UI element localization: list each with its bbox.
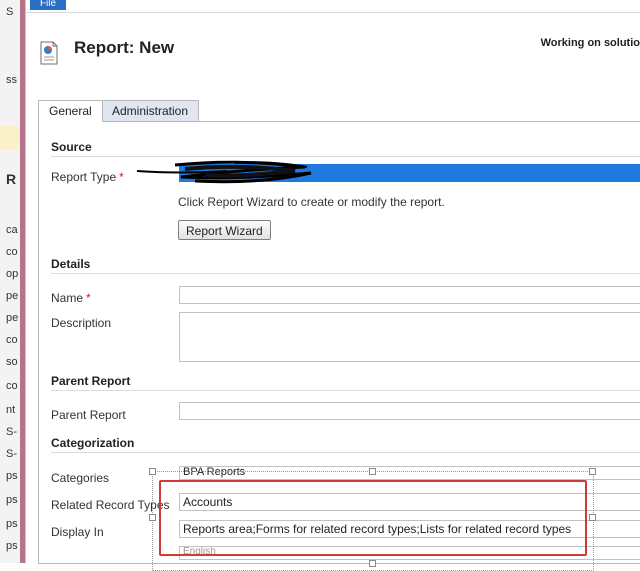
display-in-label: Display In <box>51 525 104 539</box>
background-fragment: so <box>6 356 18 368</box>
parent-report-label: Parent Report <box>51 408 126 422</box>
name-field[interactable] <box>179 286 640 304</box>
section-categorization: Categorization <box>51 436 135 450</box>
resize-handle[interactable] <box>149 468 156 475</box>
background-app-strip: S ss es R ca co op pe pe co so co nt S- … <box>0 0 20 563</box>
file-tab[interactable]: File <box>30 0 66 10</box>
description-label: Description <box>51 316 112 330</box>
report-window: File Report: New Working on solutio Gene… <box>25 0 640 571</box>
report-wizard-button[interactable]: Report Wizard <box>178 220 271 240</box>
background-fragment: nt <box>6 404 16 416</box>
background-fragment: ps <box>6 470 18 482</box>
section-divider <box>51 390 640 391</box>
report-wizard-hint: Click Report Wizard to create or modify … <box>178 195 445 209</box>
background-fragment: ps <box>6 518 18 530</box>
report-icon <box>40 41 58 65</box>
name-label-text: Name <box>51 291 84 305</box>
background-fragment: S- <box>6 448 17 460</box>
section-divider <box>51 273 640 274</box>
background-fragment: ss <box>6 74 17 86</box>
general-panel: Source Report Type * Click Report Wizard … <box>38 121 640 571</box>
section-divider <box>51 156 640 157</box>
background-fragment: pe <box>6 290 19 302</box>
background-fragment: S <box>6 6 14 18</box>
page-title: Report: New <box>74 38 175 57</box>
resize-handle[interactable] <box>589 468 596 475</box>
highlight-annotation <box>159 480 587 556</box>
ribbon-divider <box>26 12 640 13</box>
section-details: Details <box>51 257 91 271</box>
section-divider <box>51 452 640 453</box>
parent-report-field[interactable] <box>179 402 640 420</box>
report-type-label: Report Type * <box>51 170 124 184</box>
name-label: Name * <box>51 291 91 305</box>
background-highlight-band <box>0 126 20 150</box>
background-fragment: co <box>6 380 18 392</box>
solution-status: Working on solutio <box>540 37 640 49</box>
section-parent-report: Parent Report <box>51 374 131 388</box>
redaction-scribble <box>136 160 312 184</box>
background-fragment: ca <box>6 224 18 236</box>
background-fragment: co <box>6 334 18 346</box>
resize-handle[interactable] <box>369 560 376 567</box>
required-marker: * <box>119 170 124 184</box>
required-marker: * <box>86 291 91 305</box>
background-fragment: op <box>6 268 19 280</box>
background-fragment: ps <box>6 540 18 552</box>
tab-administration[interactable]: Administration <box>101 100 200 121</box>
section-source: Source <box>51 140 92 154</box>
background-fragment: R <box>6 171 17 187</box>
resize-handle[interactable] <box>589 514 596 521</box>
resize-handle[interactable] <box>369 468 376 475</box>
description-field[interactable] <box>179 312 640 362</box>
background-fragment: pe <box>6 312 19 324</box>
background-fragment: co <box>6 246 18 258</box>
background-fragment: ps <box>6 494 18 506</box>
tab-general[interactable]: General <box>38 100 103 122</box>
resize-handle[interactable] <box>149 514 156 521</box>
background-fragment: S- <box>6 426 17 438</box>
categories-label: Categories <box>51 471 110 485</box>
report-type-label-text: Report Type <box>51 170 117 184</box>
